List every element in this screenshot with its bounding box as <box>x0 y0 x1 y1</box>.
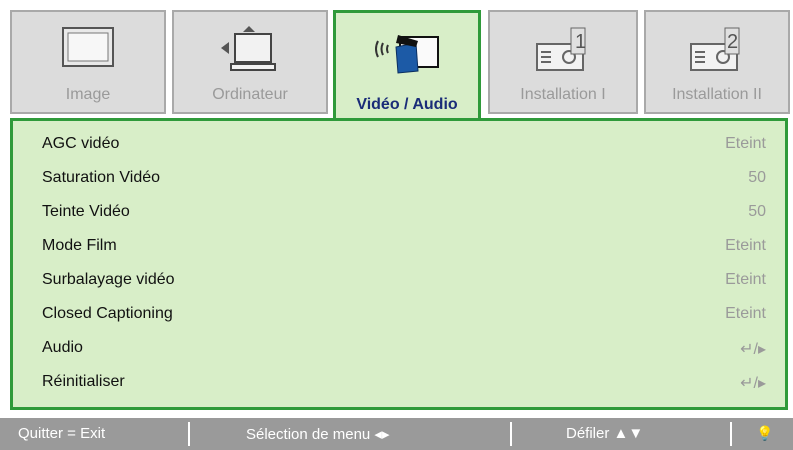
select-menu-hint: Sélection de menu ◂▸ <box>246 426 390 443</box>
menu-row-mode-film[interactable]: Mode Film Eteint <box>13 231 785 265</box>
tab-video-audio-label: Vidéo / Audio <box>356 96 458 113</box>
tab-installation-1-label: Installation I <box>520 86 606 103</box>
menu-item-label: Teinte Vidéo <box>42 203 130 220</box>
projector-1-icon: 1 <box>490 22 636 80</box>
menu-panel: AGC vidéo Eteint Saturation Vidéo 50 Tei… <box>10 118 788 410</box>
menu-row-audio[interactable]: Audio ↵/▸ <box>13 333 785 367</box>
status-divider <box>730 422 732 446</box>
svg-text:1: 1 <box>575 31 586 53</box>
menu-row-surbalayage-video[interactable]: Surbalayage vidéo Eteint <box>13 265 785 299</box>
menu-item-value: 50 <box>748 169 766 186</box>
menu-row-closed-captioning[interactable]: Closed Captioning Eteint <box>13 299 785 333</box>
tab-ordinateur-label: Ordinateur <box>212 86 288 103</box>
menu-item-label: Closed Captioning <box>42 305 173 322</box>
menu-row-saturation-video[interactable]: Saturation Vidéo 50 <box>13 163 785 197</box>
menu-item-label: Saturation Vidéo <box>42 169 161 186</box>
quit-hint: Quitter = Exit <box>18 425 106 442</box>
menu-row-agc-video[interactable]: AGC vidéo Eteint <box>13 129 785 163</box>
menu-row-teinte-video[interactable]: Teinte Vidéo 50 <box>13 197 785 231</box>
menu-row-reinitialiser[interactable]: Réinitialiser ↵/▸ <box>13 367 785 401</box>
tab-installation-1[interactable]: 1 Installation I <box>488 10 638 114</box>
monitor-icon <box>12 22 164 80</box>
enter-submenu-icon: ↵/▸ <box>740 375 766 392</box>
status-divider <box>510 422 512 446</box>
tab-image[interactable]: Image <box>10 10 166 114</box>
menu-item-value: Eteint <box>725 305 766 322</box>
tab-video-audio[interactable]: Vidéo / Audio <box>333 10 481 122</box>
menu-item-value: Eteint <box>725 135 766 152</box>
svg-text:2: 2 <box>727 31 738 53</box>
status-bar: Quitter = Exit Sélection de menu ◂▸ Défi… <box>0 418 793 450</box>
tab-installation-2[interactable]: 2 Installation II <box>644 10 790 114</box>
menu-item-label: Audio <box>42 339 83 356</box>
menu-item-value: Eteint <box>725 271 766 288</box>
menu-item-value: Eteint <box>725 237 766 254</box>
projector-2-icon: 2 <box>646 22 788 80</box>
osd-menu: Image Ordinateur Vidéo / Audio 1 Install… <box>0 0 793 450</box>
menu-item-value: 50 <box>748 203 766 220</box>
computer-icon <box>174 22 326 80</box>
tab-image-label: Image <box>65 86 111 103</box>
video-audio-icon <box>336 23 478 81</box>
tab-installation-2-label: Installation II <box>672 86 762 103</box>
menu-item-label: Réinitialiser <box>42 373 125 390</box>
tab-bar: Image Ordinateur Vidéo / Audio 1 Install… <box>10 10 790 122</box>
menu-item-label: Surbalayage vidéo <box>42 271 175 288</box>
status-divider <box>188 422 190 446</box>
bulb-icon: 💡 <box>756 425 774 441</box>
tab-ordinateur[interactable]: Ordinateur <box>172 10 328 114</box>
menu-item-label: Mode Film <box>42 237 117 254</box>
enter-submenu-icon: ↵/▸ <box>740 341 766 358</box>
scroll-hint: Défiler ▲▼ <box>566 425 644 442</box>
menu-item-label: AGC vidéo <box>42 135 120 152</box>
